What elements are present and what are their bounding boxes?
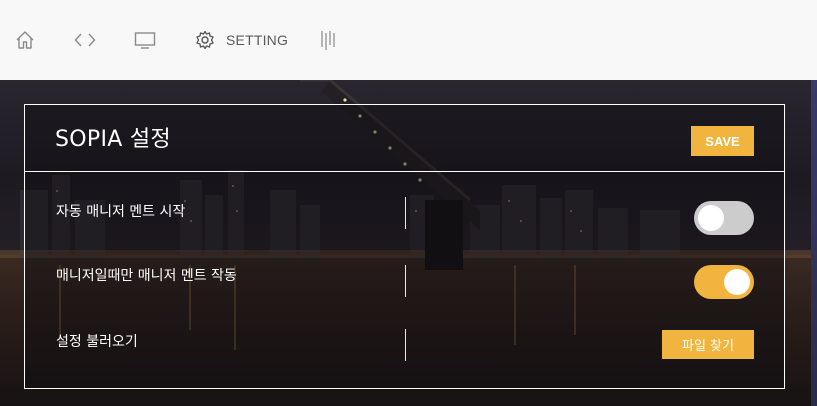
home-button[interactable]: [15, 28, 35, 52]
setting-button[interactable]: SETTING: [195, 28, 288, 52]
code-icon: [74, 33, 96, 47]
top-toolbar: SETTING: [0, 0, 817, 81]
panel-title: SOPIA 설정: [55, 127, 171, 152]
row-label: 설정 불러오기: [56, 334, 138, 350]
monitor-icon: [134, 32, 156, 49]
row-divider: [405, 265, 406, 297]
scrollbar-track: [811, 80, 817, 406]
toggle-knob: [698, 205, 724, 231]
row-divider: [405, 329, 406, 361]
code-button[interactable]: [74, 28, 96, 52]
save-button[interactable]: SAVE: [691, 126, 754, 156]
setting-row-auto-manager-ment: 자동 매니저 멘트 시작: [25, 197, 784, 245]
bars-button[interactable]: [320, 28, 338, 52]
find-file-button[interactable]: 파일 찾기: [662, 330, 754, 359]
panel-header: SOPIA 설정 SAVE: [25, 105, 784, 172]
toggle-knob: [724, 269, 750, 295]
manager-only-ment-toggle[interactable]: [694, 265, 754, 299]
setting-row-load-settings: 설정 불러오기 파일 찾기: [25, 329, 784, 373]
setting-label: SETTING: [226, 32, 289, 48]
auto-manager-ment-toggle[interactable]: [694, 201, 754, 235]
monitor-button[interactable]: [134, 28, 156, 52]
settings-panel: SOPIA 설정 SAVE 자동 매니저 멘트 시작 매니저일때만 매니저 멘트…: [24, 104, 785, 389]
row-divider: [405, 197, 406, 229]
setting-row-manager-only-ment: 매니저일때만 매니저 멘트 작동: [25, 265, 784, 309]
home-icon: [16, 31, 34, 49]
row-label: 자동 매니저 멘트 시작: [56, 204, 186, 220]
row-label: 매니저일때만 매니저 멘트 작동: [56, 268, 237, 284]
gear-icon: [196, 30, 214, 50]
bars-icon: [321, 31, 335, 50]
